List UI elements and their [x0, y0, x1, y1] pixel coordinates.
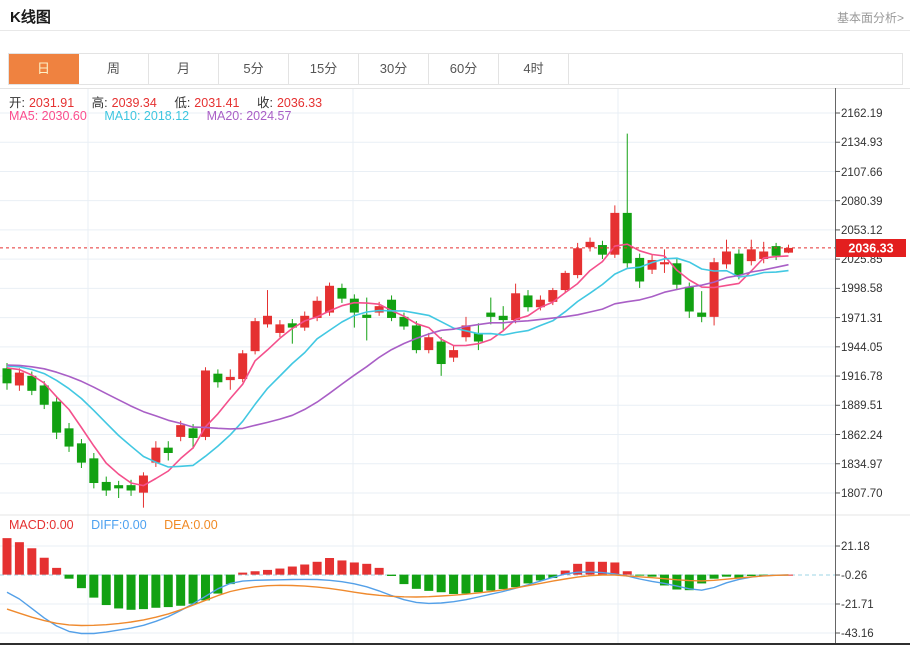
current-price-label: 2036.33: [848, 242, 893, 256]
axis-tick-label: 2107.66: [841, 167, 883, 179]
ma20-value: MA20: 2024.57: [206, 109, 292, 123]
axis-tick-label: 1862.24: [841, 430, 883, 442]
tab-month[interactable]: 月: [149, 54, 219, 84]
axis-tick-label: 21.18: [841, 541, 870, 553]
axis-tick-label: 2134.93: [841, 137, 883, 149]
axis-tick-label: 1807.70: [841, 488, 883, 500]
high-label: 高:: [91, 96, 108, 110]
macd-axis: 21.18 -0.26 -21.71 -43.16: [841, 541, 874, 640]
tab-30min[interactable]: 30分: [359, 54, 429, 84]
macd-row: MACD:0.00 DIFF:0.00 DEA:0.00: [9, 518, 222, 532]
kline-app: K线图 基本面分析> 日 周 月 5分 15分 30分 60分 4时 2162.…: [0, 0, 910, 647]
axis-tick-label: 1916.78: [841, 371, 883, 383]
kline-chart-canvas[interactable]: 2162.19 2134.93 2107.66 2080.39 2053.12 …: [0, 88, 910, 647]
axis-tick-label: 1889.51: [841, 400, 883, 412]
low-label: 低:: [174, 96, 191, 110]
axis-tick-label: 1971.31: [841, 313, 883, 325]
header-divider: [0, 30, 910, 31]
price-axis: 2162.19 2134.93 2107.66 2080.39 2053.12 …: [841, 108, 883, 500]
axis-tick-label: 1834.97: [841, 459, 883, 471]
tab-4hour[interactable]: 4时: [499, 54, 569, 84]
dea-value: DEA:0.00: [164, 518, 218, 532]
axis-tick-label: 2162.19: [841, 108, 883, 120]
axis-tick-label: 1944.05: [841, 342, 883, 354]
axis-tick-label: 2053.12: [841, 225, 883, 237]
axis-tick-label: -0.26: [841, 570, 867, 582]
candlestick-macd-plot: [0, 133, 835, 635]
tab-week[interactable]: 周: [79, 54, 149, 84]
close-value: 2036.33: [276, 96, 323, 110]
tab-15min[interactable]: 15分: [289, 54, 359, 84]
period-tabbar: 日 周 月 5分 15分 30分 60分 4时: [8, 53, 903, 85]
macd-value: MACD:0.00: [9, 518, 74, 532]
page-title: K线图: [10, 9, 51, 26]
diff-value: DIFF:0.00: [91, 518, 147, 532]
ma-row: MA5: 2030.60 MA10: 2018.12 MA20: 2024.57: [9, 109, 295, 123]
ma5-value: MA5: 2030.60: [9, 109, 87, 123]
fundamental-analysis-link[interactable]: 基本面分析>: [837, 9, 904, 26]
open-value: 2031.91: [28, 96, 75, 110]
axis-tick-label: -21.71: [841, 599, 874, 611]
axis-tick-label: -43.16: [841, 628, 874, 640]
axis-tick-label: 2080.39: [841, 196, 883, 208]
high-value: 2039.34: [111, 96, 157, 110]
tab-day[interactable]: 日: [9, 54, 79, 84]
low-value: 2031.41: [194, 96, 240, 110]
chart-area: 2162.19 2134.93 2107.66 2080.39 2053.12 …: [0, 88, 910, 647]
close-label: 收:: [256, 96, 273, 110]
axis-tick-label: 1998.58: [841, 283, 883, 295]
open-label: 开:: [9, 96, 25, 110]
tab-5min[interactable]: 5分: [219, 54, 289, 84]
ma10-value: MA10: 2018.12: [104, 109, 190, 123]
grid-layer: [0, 89, 835, 643]
tab-60min[interactable]: 60分: [429, 54, 499, 84]
